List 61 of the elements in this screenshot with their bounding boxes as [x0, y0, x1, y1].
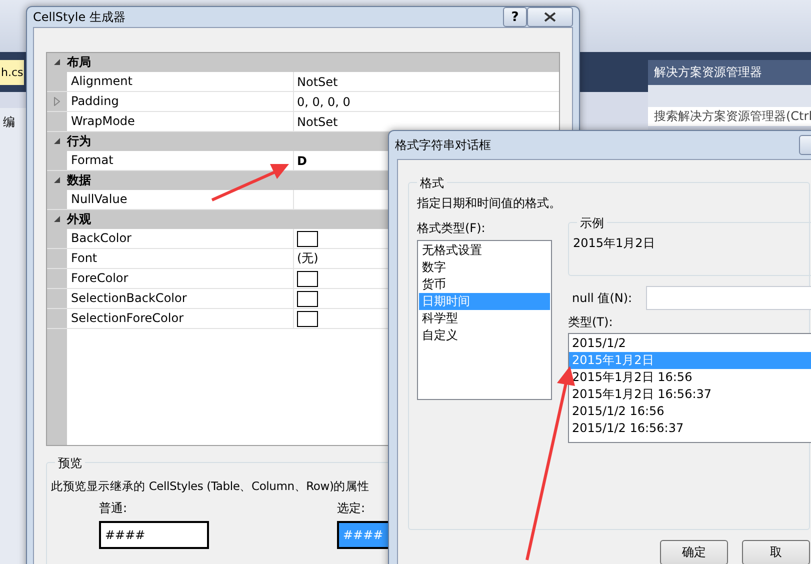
category-label: 布局: [67, 54, 91, 71]
dialog-button[interactable]: 确定: [660, 540, 728, 564]
sample-value: 2015年1月2日: [573, 235, 656, 252]
list-item[interactable]: 自定义: [419, 327, 550, 344]
collapse-icon[interactable]: [54, 177, 60, 184]
collapse-icon[interactable]: [54, 216, 60, 223]
normal-sample: ####: [99, 521, 209, 549]
color-swatch: [297, 230, 318, 246]
window-title: 格式字符串对话框: [395, 136, 492, 154]
group-title: 示例: [577, 215, 607, 232]
color-swatch: [297, 290, 318, 306]
list-item[interactable]: 2015/1/2: [569, 335, 811, 352]
format-description: 指定日期和时间值的格式。: [417, 195, 562, 212]
list-item[interactable]: 科学型: [419, 310, 550, 327]
list-item[interactable]: 2015/1/2 16:56:37: [569, 420, 811, 437]
property-name[interactable]: Format: [71, 153, 114, 167]
property-name[interactable]: Alignment: [71, 74, 132, 88]
color-swatch: [297, 270, 318, 286]
sample-label: 选定:: [337, 500, 366, 517]
file-tab[interactable]: h.cs: [0, 60, 24, 84]
property-name[interactable]: NullValue: [71, 192, 128, 206]
category-label: 数据: [67, 172, 91, 189]
window-title: CellStyle 生成器: [33, 8, 126, 26]
property-name[interactable]: Padding: [71, 94, 119, 108]
input-field[interactable]: [646, 286, 811, 310]
panel-tab[interactable]: 编: [0, 108, 30, 137]
list-item[interactable]: 2015/1/2 16:56: [569, 403, 811, 420]
property-value[interactable]: D: [297, 154, 307, 168]
property-name[interactable]: SelectionBackColor: [71, 291, 187, 305]
color-swatch: [297, 310, 318, 326]
property-name[interactable]: WrapMode: [71, 114, 135, 128]
panel-title: 解决方案资源管理器: [648, 60, 811, 85]
group-title: 预览: [55, 455, 85, 472]
collapse-icon[interactable]: [54, 59, 60, 66]
help-button[interactable]: ?: [503, 7, 527, 27]
search-field[interactable]: 搜索解决方案资源管理器(Ctrl: [648, 107, 811, 126]
property-name[interactable]: BackColor: [71, 231, 132, 245]
property-value[interactable]: NotSet: [297, 74, 338, 88]
field-label: null 值(N):: [572, 290, 632, 306]
dialog-button[interactable]: 取: [742, 540, 810, 564]
property-name[interactable]: Font: [71, 251, 98, 265]
list-item[interactable]: 数字: [419, 259, 550, 276]
property-name[interactable]: ForeColor: [71, 271, 128, 285]
list-item[interactable]: 货币: [419, 276, 550, 293]
category-label: 行为: [67, 133, 91, 150]
collapse-icon[interactable]: [54, 138, 60, 145]
sample-label: 普通:: [99, 500, 128, 517]
close-button[interactable]: [527, 7, 573, 27]
property-value[interactable]: (无): [297, 250, 318, 267]
category-label: 外观: [67, 211, 91, 228]
preview-description: 此预览显示继承的 CellStyles (Table、Column、Row)的属性: [51, 479, 370, 494]
close-icon: [544, 12, 556, 22]
group-title: 格式: [417, 175, 447, 192]
property-value[interactable]: NotSet: [297, 114, 338, 128]
list-item[interactable]: 2015年1月2日 16:56: [569, 369, 811, 386]
list-label: 格式类型(F):: [417, 220, 486, 237]
list-item[interactable]: 无格式设置: [419, 242, 550, 259]
list-item[interactable]: 2015年1月2日 16:56:37: [569, 386, 811, 403]
property-name[interactable]: SelectionForeColor: [71, 311, 184, 325]
property-value[interactable]: 0, 0, 0, 0: [297, 94, 350, 108]
list-label: 类型(T):: [568, 314, 614, 331]
